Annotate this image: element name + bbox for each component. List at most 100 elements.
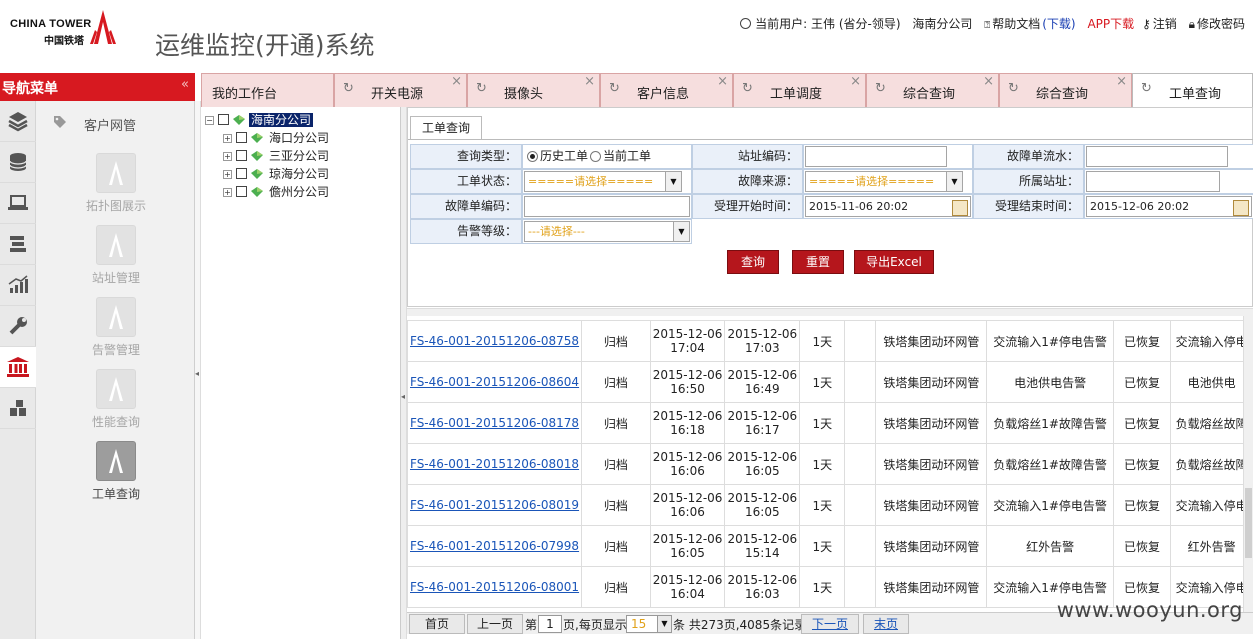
scrollbar-thumb[interactable] (1245, 488, 1252, 558)
workorder-id-link[interactable]: FS-46-001-20151206-08178 (407, 402, 583, 444)
table-row[interactable]: FS-46-001-20151206-08604 归档 2015-12-06 16:5… (407, 361, 1253, 403)
module-topology[interactable]: 拓扑图展示 (76, 153, 156, 214)
app-download-link[interactable]: APP下载 (1087, 17, 1134, 31)
module-alarm-management[interactable]: 告警管理 (76, 297, 156, 358)
module-workorder-query[interactable]: 工单查询 (76, 441, 156, 502)
database-icon[interactable] (0, 142, 36, 183)
radio-current-label[interactable]: 当前工单 (603, 149, 651, 163)
calendar-icon[interactable] (952, 200, 968, 216)
tab-comprehensive-query-2[interactable]: ↻ 综合查询 × (999, 73, 1132, 107)
tree-checkbox[interactable] (236, 150, 247, 161)
table-row[interactable]: FS-46-001-20151206-08178 归档 2015-12-06 16:1… (407, 402, 1253, 444)
table-row[interactable]: FS-46-001-20151206-08018 归档 2015-12-06 16:0… (407, 443, 1253, 485)
reset-button[interactable]: 重置 (792, 250, 844, 274)
close-icon[interactable]: × (983, 74, 994, 89)
bank-icon[interactable] (0, 347, 36, 388)
workorder-id-link[interactable]: FS-46-001-20151206-08019 (407, 484, 583, 526)
refresh-icon[interactable]: ↻ (609, 81, 620, 96)
help-doc-link[interactable]: 帮助文档 (992, 17, 1040, 31)
accept-end-input[interactable]: 2015-12-06 20:02 (1086, 196, 1252, 217)
refresh-icon[interactable]: ↻ (343, 81, 354, 96)
chevron-down-icon[interactable]: ▼ (946, 172, 962, 191)
radio-current[interactable] (590, 151, 602, 162)
tree-node-child[interactable]: + 三亚分公司 (223, 147, 331, 165)
download-link[interactable]: (下载) (1042, 17, 1075, 31)
tab-workorder-query[interactable]: ↻ 工单查询 (1132, 73, 1253, 108)
tree-expand-icon[interactable]: + (223, 152, 232, 161)
refresh-icon[interactable]: ↻ (875, 81, 886, 96)
refresh-icon[interactable]: ↻ (1008, 81, 1019, 96)
query-tab[interactable]: 工单查询 (410, 116, 482, 140)
tab-power-switch[interactable]: ↻ 开关电源 × (334, 73, 467, 107)
tab-customer-info[interactable]: ↻ 客户信息 × (600, 73, 733, 107)
close-icon[interactable]: × (717, 74, 728, 89)
tree-checkbox[interactable] (218, 114, 229, 125)
chevron-down-icon[interactable]: ▼ (673, 222, 689, 241)
tab-camera[interactable]: ↻ 摄像头 × (467, 73, 600, 107)
site-code-input[interactable] (805, 146, 947, 167)
tab-comprehensive-query-1[interactable]: ↻ 综合查询 × (866, 73, 999, 107)
workorder-id-link[interactable]: FS-46-001-20151206-07998 (407, 525, 583, 567)
blocks-icon[interactable] (0, 388, 36, 429)
workorder-id-link[interactable]: FS-46-001-20151206-08001 (407, 566, 583, 608)
nav-collapse-button[interactable]: « (181, 77, 189, 92)
tree-node-child[interactable]: + 儋州分公司 (223, 183, 331, 201)
site-input[interactable] (1086, 171, 1220, 192)
refresh-icon[interactable]: ↻ (1141, 81, 1152, 96)
fault-no-input[interactable] (524, 196, 690, 217)
collapse-arrow-icon[interactable]: ◂ (195, 369, 199, 378)
next-page-button[interactable]: 下一页 (801, 614, 859, 634)
tree-checkbox[interactable] (236, 168, 247, 179)
close-icon[interactable]: × (584, 74, 595, 89)
tree-expand-icon[interactable]: + (223, 188, 232, 197)
results-scrollbar[interactable] (1243, 316, 1253, 612)
workorder-id-link[interactable]: FS-46-001-20151206-08758 (407, 320, 583, 362)
tree-expand-icon[interactable]: − (205, 116, 214, 125)
page-size-select[interactable]: 15 ▼ (626, 615, 672, 633)
table-row[interactable]: FS-46-001-20151206-08019 归档 2015-12-06 16:0… (407, 484, 1253, 526)
close-icon[interactable]: × (451, 74, 462, 89)
tree-checkbox[interactable] (236, 186, 247, 197)
tools-icon[interactable] (0, 224, 36, 265)
logout-link[interactable]: 注销 (1153, 17, 1177, 31)
page-number-input[interactable]: 1 (538, 615, 562, 633)
tab-workbench[interactable]: 我的工作台 (201, 73, 334, 107)
status-select[interactable]: =====请选择===== ▼ (524, 171, 682, 192)
export-excel-button[interactable]: 导出Excel (854, 250, 934, 274)
change-password-link[interactable]: 修改密码 (1197, 17, 1245, 31)
accept-start-input[interactable]: 2015-11-06 20:02 (805, 196, 971, 217)
workorder-id-link[interactable]: FS-46-001-20151206-08018 (407, 443, 583, 485)
refresh-icon[interactable]: ↻ (476, 81, 487, 96)
layers-icon[interactable] (0, 101, 36, 142)
table-row[interactable]: FS-46-001-20151206-08758 归档 2015-12-06 17:0… (407, 320, 1253, 362)
query-button[interactable]: 查询 (727, 250, 779, 274)
tree-node-child[interactable]: + 海口分公司 (223, 129, 331, 147)
fault-serial-input[interactable] (1086, 146, 1228, 167)
last-page-button[interactable]: 末页 (863, 614, 909, 634)
tree-node-root[interactable]: − 海南分公司 (205, 111, 314, 129)
radio-history-label[interactable]: 历史工单 (540, 149, 588, 163)
chevron-down-icon[interactable]: ▼ (665, 172, 681, 191)
module-performance-query[interactable]: 性能查询 (76, 369, 156, 430)
close-icon[interactable]: × (1116, 74, 1127, 89)
radio-history[interactable] (527, 151, 538, 162)
refresh-icon[interactable]: ↻ (742, 81, 753, 96)
module-site-management[interactable]: 站址管理 (76, 225, 156, 286)
prev-page-button[interactable]: 上一页 (467, 614, 523, 634)
tree-checkbox[interactable] (236, 132, 247, 143)
laptop-icon[interactable] (0, 183, 36, 224)
chevron-down-icon[interactable]: ▼ (657, 616, 671, 632)
panel-divider[interactable] (407, 308, 1253, 316)
close-icon[interactable]: × (850, 74, 861, 89)
workorder-id-link[interactable]: FS-46-001-20151206-08604 (407, 361, 583, 403)
chart-icon[interactable] (0, 265, 36, 306)
wrench-icon[interactable] (0, 306, 36, 347)
collapse-arrow-icon[interactable]: ◂ (401, 392, 405, 401)
first-page-button[interactable]: 首页 (409, 614, 465, 634)
alarm-level-select[interactable]: ---请选择--- ▼ (524, 221, 690, 242)
tree-expand-icon[interactable]: + (223, 134, 232, 143)
tree-node-child[interactable]: + 琼海分公司 (223, 165, 331, 183)
tree-expand-icon[interactable]: + (223, 170, 232, 179)
tab-workorder-dispatch[interactable]: ↻ 工单调度 × (733, 73, 866, 107)
table-row[interactable]: FS-46-001-20151206-07998 归档 2015-12-06 16:0… (407, 525, 1253, 567)
